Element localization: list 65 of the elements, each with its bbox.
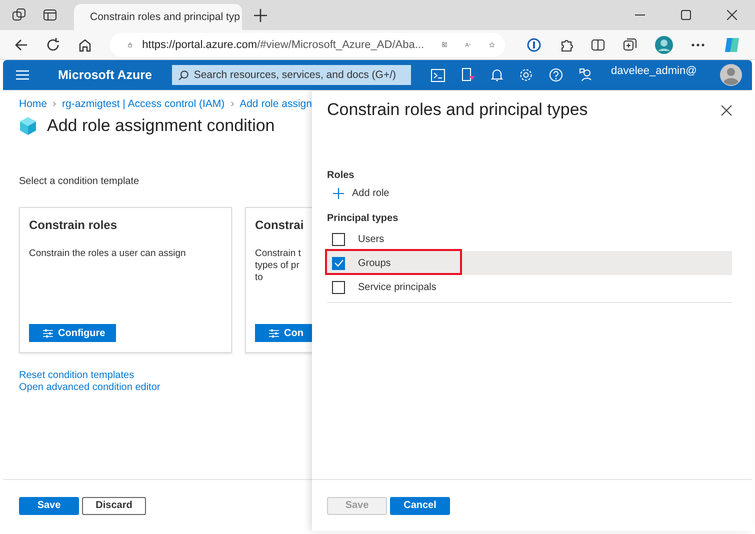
split-screen-icon[interactable] <box>591 38 605 52</box>
portal-brand[interactable]: Microsoft Azure <box>58 68 152 82</box>
menu-icon[interactable] <box>16 70 29 80</box>
section-label: Select a condition template <box>19 176 140 187</box>
cube-icon <box>19 116 37 136</box>
password-icon[interactable] <box>527 38 541 52</box>
close-icon[interactable] <box>727 10 737 20</box>
back-arrow-icon[interactable] <box>14 38 28 52</box>
maximize-icon[interactable] <box>681 10 691 20</box>
card-description: Constrain t <box>255 248 302 260</box>
workspaces-icon[interactable] <box>12 8 26 22</box>
card-description: Constrain the roles a user can assign <box>29 248 187 260</box>
search-field[interactable]: Search resources, services, and docs (G+/) <box>172 65 411 85</box>
puzzle-icon[interactable] <box>559 38 573 52</box>
panel-title: Constrain roles and principal types <box>327 100 588 120</box>
save-button[interactable]: Save <box>19 496 79 514</box>
card-title: Constrain roles <box>29 218 118 232</box>
principal-type-row[interactable]: Service principals <box>327 275 732 299</box>
user-name[interactable]: davelee_admin@ <box>611 65 720 77</box>
address-field[interactable]: https://portal.azure.com/#view/Microsoft_Azure_AD/Aba... <box>110 32 505 56</box>
breadcrumb-link[interactable]: Add role assign <box>240 98 312 110</box>
checkbox[interactable] <box>332 232 345 246</box>
cancel-button[interactable]: Cancel <box>390 496 450 514</box>
page-title: Add role assignment condition <box>47 116 275 136</box>
plus-icon <box>333 188 344 199</box>
refresh-icon[interactable] <box>46 38 60 52</box>
new-tab-icon[interactable] <box>254 8 267 22</box>
configure-button[interactable]: Configure <box>29 324 116 342</box>
configure-button[interactable]: Con <box>255 324 312 342</box>
home-icon[interactable] <box>78 38 92 52</box>
copilot-icon[interactable] <box>723 36 741 54</box>
principal-type-row[interactable]: Groups <box>327 251 732 275</box>
more-icon[interactable] <box>691 42 705 46</box>
settings-icon[interactable] <box>519 68 533 82</box>
add-role-button[interactable]: Add role <box>327 188 752 199</box>
bell-icon[interactable] <box>491 68 503 82</box>
card-title: Constrai <box>255 218 305 232</box>
avatar-icon[interactable] <box>720 64 742 86</box>
principal-type-row[interactable]: Users <box>327 227 732 251</box>
breadcrumb-link[interactable]: rg-azmigtest | Access control (IAM) <box>62 98 225 110</box>
profile-avatar-icon[interactable] <box>655 36 673 54</box>
card-description: to <box>255 272 264 284</box>
terminal-icon[interactable] <box>431 68 445 82</box>
card-description: types of pr <box>255 260 300 272</box>
help-icon[interactable] <box>549 68 563 82</box>
breadcrumb-link[interactable]: Home <box>19 98 48 110</box>
checkbox[interactable] <box>332 280 345 294</box>
collections-icon[interactable] <box>623 38 637 52</box>
discard-button[interactable]: Discard <box>82 496 146 514</box>
directory-filter-icon[interactable] <box>461 68 475 82</box>
text-link[interactable]: Reset condition templates <box>19 370 312 382</box>
sliders-icon <box>269 328 279 338</box>
chevron-right-icon <box>53 100 56 108</box>
section-label: Roles <box>327 170 356 181</box>
section-label: Principal types <box>327 213 400 224</box>
text-link[interactable]: Open advanced condition editor <box>19 382 312 394</box>
feedback-icon[interactable] <box>579 68 593 82</box>
sliders-icon <box>43 328 53 338</box>
search-icon <box>178 70 189 80</box>
close-icon[interactable] <box>721 104 732 116</box>
url-text: https://portal.azure.com/#view/Microsoft_Azure_AD/Aba... <box>142 38 424 50</box>
browser-tab[interactable]: Constrain roles and principal typ <box>74 4 242 30</box>
tab-actions-icon[interactable] <box>43 8 57 22</box>
chevron-right-icon <box>230 100 234 108</box>
checkbox[interactable] <box>332 256 345 270</box>
